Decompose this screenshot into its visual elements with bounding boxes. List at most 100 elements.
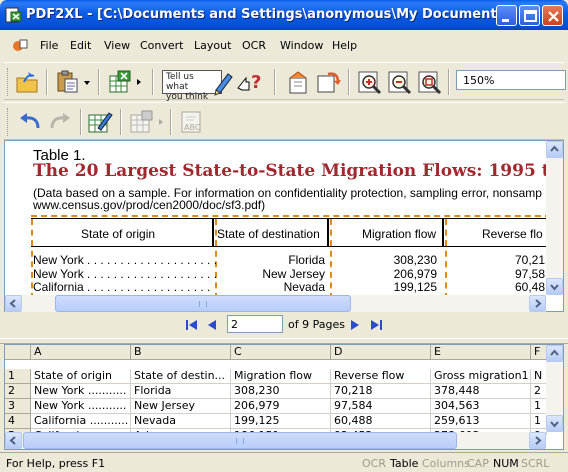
toolbar-grip[interactable] [7, 108, 10, 136]
menu-window[interactable]: Window [280, 39, 323, 52]
grid-cell[interactable]: 60,488 [331, 414, 431, 429]
undo-icon[interactable] [16, 108, 44, 136]
paste-icon[interactable] [54, 68, 82, 96]
column-header-f[interactable]: F [531, 345, 547, 360]
grid-cell[interactable]: 206,979 [231, 399, 331, 414]
scroll-up-button[interactable] [546, 141, 563, 158]
zoom-in-icon[interactable] [356, 68, 384, 96]
grid-cell[interactable]: 2 [531, 384, 547, 399]
next-page-icon[interactable] [347, 317, 363, 333]
paste-dropdown-icon[interactable] [82, 68, 92, 96]
grid-cell[interactable]: 259,613 [431, 414, 531, 429]
row-header[interactable]: 1 [5, 369, 31, 384]
grid-cell[interactable]: 304,563 [431, 399, 531, 414]
arrow-right-icon [535, 299, 542, 308]
scroll-left-button[interactable] [5, 295, 22, 312]
previous-page-icon[interactable] [204, 317, 220, 333]
zoom-out-icon[interactable] [386, 68, 414, 96]
column-header-e[interactable]: E [431, 345, 531, 360]
scroll-down-button[interactable] [546, 415, 563, 432]
grid-cell[interactable]: 199,125 [231, 414, 331, 429]
close-button[interactable] [542, 5, 563, 26]
grid-cell[interactable]: State of origin [31, 369, 131, 384]
menu-edit[interactable]: Edit [70, 39, 91, 52]
scroll-thumb[interactable] [23, 432, 457, 449]
grid-horizontal-scrollbar[interactable] [5, 432, 546, 449]
document-horizontal-scrollbar[interactable] [5, 295, 546, 312]
column-header-c[interactable]: C [231, 345, 331, 360]
document-vertical-scrollbar[interactable] [546, 141, 563, 295]
ocr-abc-icon[interactable]: ABC [178, 108, 206, 136]
first-page-icon[interactable] [184, 317, 200, 333]
menu-layout[interactable]: Layout [194, 39, 231, 52]
scroll-right-button[interactable] [529, 432, 546, 449]
convert-dropdown-icon[interactable] [134, 68, 144, 96]
open-folder-icon[interactable] [14, 68, 42, 96]
minimize-button[interactable] [496, 5, 517, 26]
grid-cell[interactable]: Florida [131, 384, 231, 399]
menu-convert[interactable]: Convert [140, 39, 184, 52]
grid-cell[interactable]: 97,584 [331, 399, 431, 414]
scroll-up-button[interactable] [546, 345, 563, 362]
rotate-right-icon[interactable] [314, 68, 342, 96]
grid-cell[interactable]: 378,448 [431, 384, 531, 399]
grid-cell[interactable]: 1 [531, 399, 547, 414]
menu-ocr[interactable]: OCR [242, 39, 266, 52]
grid-cell[interactable]: 308,230 [231, 384, 331, 399]
row-header[interactable]: 2 [5, 384, 31, 399]
document-menu-icon[interactable] [12, 37, 28, 53]
grid-cell[interactable]: California ........... [31, 414, 131, 429]
grid-cell[interactable]: Gross migration1 [431, 369, 531, 384]
grid-cell[interactable]: 70,218 [331, 384, 431, 399]
column-divider[interactable] [330, 219, 332, 295]
grid-corner[interactable] [5, 345, 31, 360]
grid-cell[interactable]: Reverse flow [331, 369, 431, 384]
edit-table-icon[interactable] [86, 108, 114, 136]
column-header-d[interactable]: D [331, 345, 431, 360]
maximize-button[interactable] [519, 5, 540, 26]
grid-cell[interactable]: New York ........... [31, 399, 131, 414]
scroll-right-button[interactable] [529, 295, 546, 312]
grid-cell[interactable]: 1 [531, 414, 547, 429]
column-header-a[interactable]: A [31, 345, 131, 360]
grid-cell[interactable]: New York ........... [31, 384, 131, 399]
help-question-icon[interactable]: ? [236, 68, 266, 96]
row-header[interactable]: 4 [5, 414, 31, 429]
zoom-combo[interactable]: 150% [456, 70, 566, 90]
arrow-up-icon [550, 349, 559, 356]
grid-cell[interactable]: N [531, 369, 547, 384]
row-header[interactable]: 3 [5, 399, 31, 414]
grid-vertical-scrollbar[interactable] [546, 345, 563, 432]
menu-help[interactable]: Help [332, 39, 357, 52]
grid-cell[interactable]: New Jersey [131, 399, 231, 414]
title-bar: PDF2XL - [C:\Documents and Settings\anon… [0, 0, 568, 30]
pdf-page[interactable]: Table 1. The 20 Largest State-to-State M… [5, 141, 546, 295]
spreadsheet-preview[interactable]: A B C D E F 1 State of origin State of d… [4, 344, 564, 450]
svg-text:?: ? [251, 72, 261, 93]
arrow-up-icon [550, 145, 559, 152]
page-number-input[interactable]: 2 [227, 315, 283, 333]
doc-cell-flow: 199,125 [393, 280, 437, 294]
grid-cell[interactable]: State of destin... [131, 369, 231, 384]
scroll-thumb[interactable] [55, 295, 351, 312]
grid-cell[interactable]: Migration flow [231, 369, 331, 384]
redo-icon[interactable] [46, 108, 74, 136]
menu-view[interactable]: View [104, 39, 130, 52]
convert-to-excel-icon[interactable] [106, 68, 134, 96]
feedback-line-1: Tell us what [166, 72, 194, 92]
menu-file[interactable]: File [40, 39, 58, 52]
column-divider[interactable] [445, 219, 447, 295]
column-header-b[interactable]: B [131, 345, 231, 360]
scroll-left-button[interactable] [5, 432, 22, 449]
toolbar-grip[interactable] [7, 68, 10, 96]
rotate-left-icon[interactable] [284, 68, 312, 96]
status-help-text: For Help, press F1 [6, 457, 106, 470]
table-properties-icon[interactable] [128, 108, 156, 136]
table-dropdown-icon[interactable] [156, 108, 166, 136]
pdf-document-view[interactable]: Table 1. The 20 Largest State-to-State M… [4, 140, 564, 312]
scroll-down-button[interactable] [546, 278, 563, 295]
zoom-area-icon[interactable] [416, 68, 444, 96]
pencil-icon[interactable] [212, 68, 234, 96]
grid-cell[interactable]: Nevada [131, 414, 231, 429]
last-page-icon[interactable] [368, 317, 384, 333]
